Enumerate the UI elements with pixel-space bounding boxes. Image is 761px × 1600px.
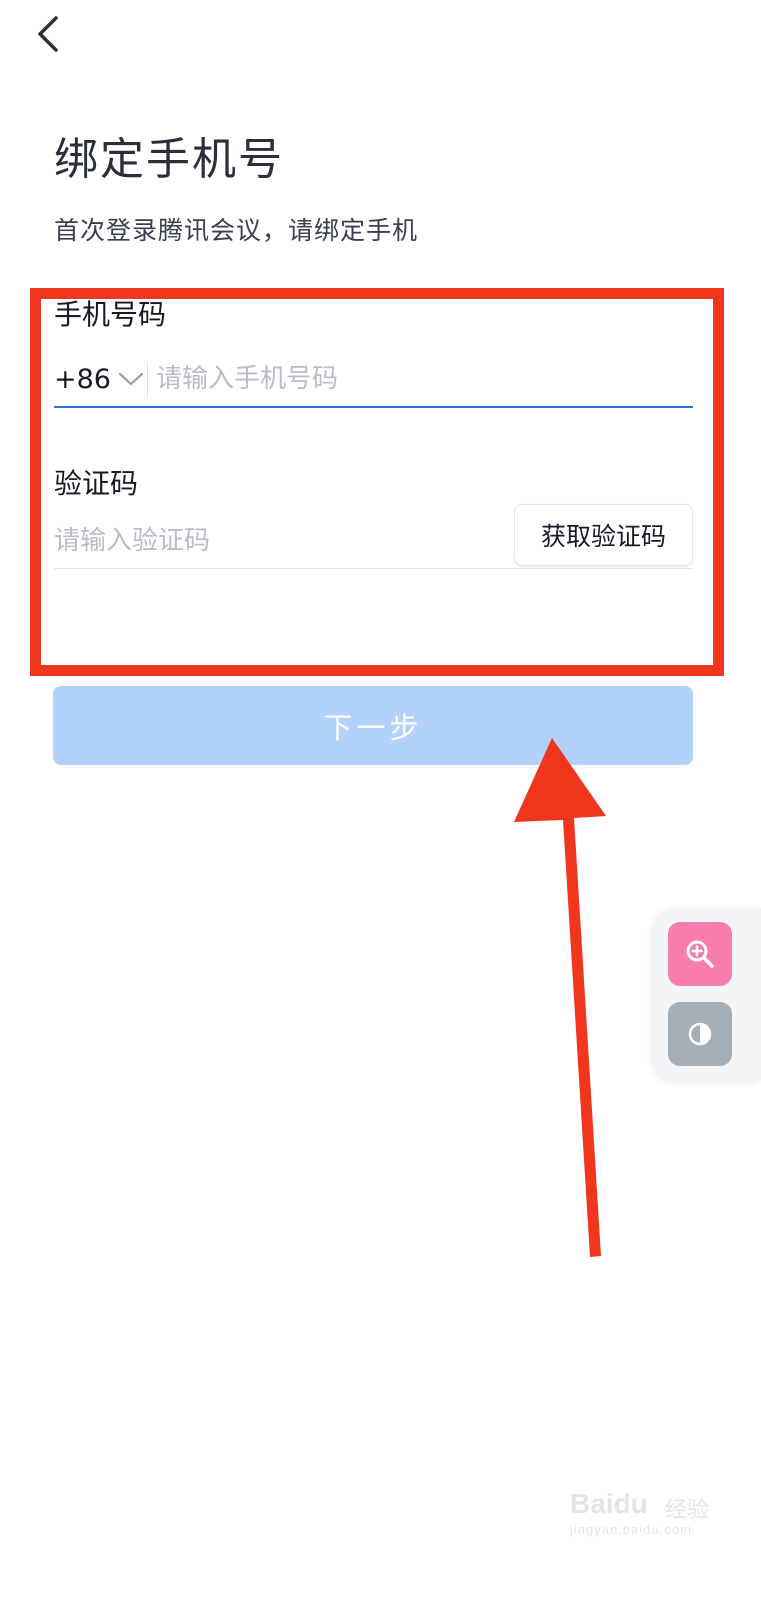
chevron-left-icon	[38, 16, 58, 52]
page-title: 绑定手机号	[54, 134, 284, 185]
get-code-button[interactable]: 获取验证码	[514, 504, 693, 566]
contrast-icon	[688, 1022, 712, 1046]
annotation-arrow	[514, 738, 606, 1257]
next-step-button[interactable]: 下一步	[53, 686, 693, 765]
phone-input[interactable]	[156, 358, 686, 400]
phone-input-underline	[54, 406, 693, 408]
zoom-in-icon	[686, 940, 714, 968]
verification-code-label: 验证码	[54, 467, 139, 500]
page-subtitle: 首次登录腾讯会议，请绑定手机	[54, 216, 419, 245]
watermark-brand: Baidu	[570, 1488, 648, 1519]
country-code-value: +86	[54, 363, 111, 395]
verification-code-input[interactable]	[54, 520, 494, 562]
zoom-button[interactable]	[668, 922, 732, 986]
baidu-jingyan-watermark: Baidu 经验 jingyan.baidu.com	[570, 1480, 720, 1540]
contrast-button[interactable]	[668, 1002, 732, 1066]
watermark-text: 经验	[665, 1498, 710, 1523]
country-code-selector[interactable]: +86	[54, 358, 145, 400]
phone-label: 手机号码	[54, 298, 167, 331]
back-button[interactable]	[24, 10, 72, 58]
country-code-divider	[147, 362, 148, 398]
watermark-url: jingyan.baidu.com	[570, 1522, 692, 1537]
chevron-down-icon	[118, 372, 144, 386]
code-input-underline	[54, 568, 693, 569]
